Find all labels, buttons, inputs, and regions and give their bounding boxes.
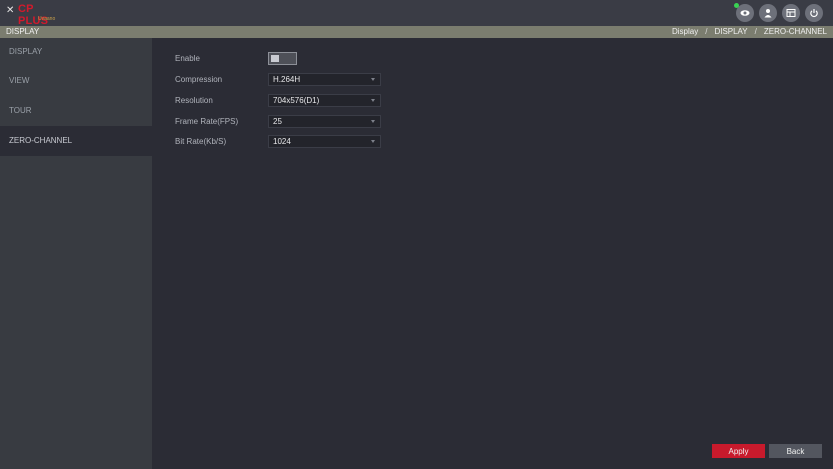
breadcrumb-item: ZERO-CHANNEL: [763, 27, 827, 36]
chevron-down-icon: [371, 140, 375, 143]
list-icon[interactable]: [782, 4, 800, 22]
chevron-down-icon: [371, 120, 375, 123]
resolution-select[interactable]: 704x576(D1): [268, 94, 381, 107]
chevron-down-icon: [371, 78, 375, 81]
top-icons: [734, 3, 823, 22]
enable-row: Enable: [175, 52, 395, 66]
chevron-down-icon: [371, 99, 375, 102]
enable-label: Enable: [175, 54, 200, 63]
brand-logo: ✕ CP PLUS Uvaano: [6, 3, 66, 27]
sidebar-item-zero-channel[interactable]: ZERO-CHANNEL: [0, 126, 152, 156]
resolution-label: Resolution: [175, 96, 213, 105]
brand-name: CP PLUS: [18, 3, 49, 27]
compression-row: Compression H.264H: [175, 73, 395, 87]
breadcrumb-item[interactable]: DISPLAY: [714, 27, 747, 36]
back-button[interactable]: Back: [769, 444, 822, 458]
frame-rate-row: Frame Rate(FPS) 25: [175, 115, 395, 129]
frame-rate-value: 25: [273, 117, 282, 126]
power-icon[interactable]: [805, 4, 823, 22]
breadcrumb: Display / DISPLAY / ZERO-CHANNEL: [672, 26, 827, 38]
top-bar: ✕ CP PLUS Uvaano: [0, 0, 833, 27]
bit-rate-select[interactable]: 1024: [268, 135, 381, 148]
eye-icon[interactable]: [734, 3, 754, 22]
sidebar-item-display[interactable]: DISPLAY: [0, 38, 152, 66]
resolution-value: 704x576(D1): [273, 96, 320, 105]
sidebar-item-view[interactable]: VIEW: [0, 66, 152, 96]
logo-mark-icon: ✕: [6, 5, 15, 16]
breadcrumb-item[interactable]: Display: [672, 27, 698, 36]
breadcrumb-separator: /: [705, 27, 708, 36]
enable-toggle[interactable]: [268, 52, 297, 65]
compression-label: Compression: [175, 75, 223, 84]
apply-button[interactable]: Apply: [712, 444, 765, 458]
status-dot: [734, 3, 739, 8]
sidebar-item-tour[interactable]: TOUR: [0, 96, 152, 126]
frame-rate-label: Frame Rate(FPS): [175, 117, 239, 126]
brand-sub: Uvaano: [38, 16, 56, 22]
page-title: DISPLAY: [6, 27, 40, 36]
bit-rate-value: 1024: [273, 137, 291, 146]
sidebar: DISPLAY VIEW TOUR ZERO-CHANNEL: [0, 38, 152, 469]
compression-select[interactable]: H.264H: [268, 73, 381, 86]
toggle-knob: [271, 55, 279, 62]
main-panel: Enable Compression H.264H Resolution 704…: [152, 38, 833, 469]
frame-rate-select[interactable]: 25: [268, 115, 381, 128]
user-icon[interactable]: [759, 4, 777, 22]
resolution-row: Resolution 704x576(D1): [175, 94, 395, 108]
breadcrumb-separator: /: [754, 27, 757, 36]
compression-value: H.264H: [273, 75, 301, 84]
title-bar: DISPLAY Display / DISPLAY / ZERO-CHANNEL: [0, 26, 833, 38]
bit-rate-row: Bit Rate(Kb/S) 1024: [175, 135, 395, 149]
bit-rate-label: Bit Rate(Kb/S): [175, 137, 227, 146]
